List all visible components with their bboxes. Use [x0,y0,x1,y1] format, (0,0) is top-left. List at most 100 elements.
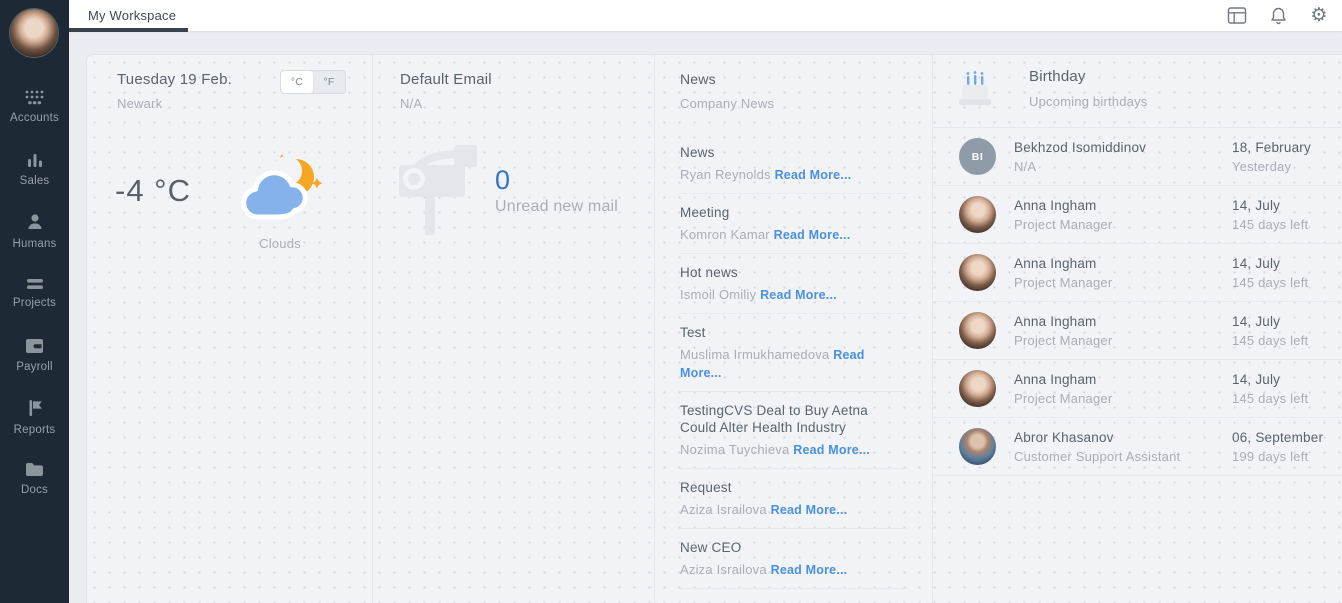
birthday-date: 06, September [1232,429,1324,445]
birthday-date: 14, July [1232,371,1281,387]
weather-widget: Tuesday 19 Feb. Newark °C °F -4 °C Cloud… [87,55,373,603]
news-item-title: Test [680,325,706,340]
birthday-row: Anna Ingham Project Manager 14, July 145… [933,186,1342,244]
read-more-link[interactable]: Read More... [793,443,870,457]
avatar-photo [959,370,996,407]
birthday-title: Birthday [1029,68,1086,85]
tab-label: My Workspace [88,8,177,23]
birthday-widget: Birthday Upcoming birthdays BI Bekhzod I… [933,55,1342,603]
news-item-title: Request [680,480,732,495]
news-item: News Ryan Reynolds Read More... [680,134,907,194]
news-list: News Ryan Reynolds Read More... Meeting … [680,134,907,589]
wallet-icon [25,338,44,354]
sidebar-item-payroll[interactable]: Payroll [0,324,69,386]
birthday-row: Abror Khasanov Customer Support Assistan… [933,418,1342,476]
person-role: Project Manager [1014,274,1113,290]
news-item: Hot news Ismoil Omiliy Read More... [680,254,907,314]
person-role: Project Manager [1014,390,1113,406]
mailbox-icon [397,143,483,243]
avatar-initials-text: BI [971,150,984,163]
news-item-title: News [680,145,715,160]
unread-count: 0 [495,165,511,195]
sidebar-item-accounts[interactable]: Accounts [0,76,69,138]
news-item-title: Hot news [680,265,738,280]
news-item-author: Ryan Reynolds [680,167,771,182]
birthday-date: 14, July [1232,197,1281,213]
fahrenheit-button[interactable]: °F [313,71,345,93]
sidebar-item-reports[interactable]: Reports [0,386,69,448]
email-widget-title: Default Email [400,71,492,88]
read-more-link[interactable]: Read More... [771,503,848,517]
sidebar-item-humans[interactable]: Humans [0,200,69,262]
news-header: News Company News [655,55,932,111]
person-role: Project Manager [1014,216,1113,232]
sidebar-item-label: Docs [20,484,48,496]
sales-icon [26,151,44,168]
sidebar-item-label: Payroll [16,360,53,373]
sidebar-item-sales[interactable]: Sales [0,138,69,200]
topbar: My Workspace ⚙ [69,0,1342,32]
news-item-author: Nozima Tuychieva [680,442,790,457]
folder-icon [25,462,44,477]
sidebar-item-docs[interactable]: Docs [0,448,69,510]
sidebar-item-projects[interactable]: Projects [0,262,69,324]
celsius-button[interactable]: °C [281,71,313,93]
news-item-author: Aziza Israilova [680,502,767,517]
weather-date: Tuesday 19 Feb. [117,71,233,88]
weather-city: Newark [117,96,163,111]
workspace-panel: Tuesday 19 Feb. Newark °C °F -4 °C Cloud… [87,55,1342,603]
user-avatar[interactable] [10,9,58,57]
birthday-remaining: 145 days left [1232,216,1309,232]
news-item-title: TestingCVS Deal to Buy Aetna Could Alter… [680,403,868,435]
topbar-actions: ⚙ [1227,0,1329,31]
birthday-row: BI Bekhzod Isomiddinov N/A 18, February … [933,128,1342,186]
person-name: Anna Ingham [1014,197,1097,213]
birthday-header: Birthday Upcoming birthdays [933,55,1342,128]
birthday-remaining: 145 days left [1232,390,1309,406]
news-item-title: New CEO [680,540,742,555]
tab-my-workspace[interactable]: My Workspace [69,0,195,31]
person-name: Anna Ingham [1014,255,1097,271]
read-more-link[interactable]: Read More... [774,228,851,242]
birthday-row: Anna Ingham Project Manager 14, July 145… [933,302,1342,360]
read-more-link[interactable]: Read More... [771,563,848,577]
person-name: Anna Ingham [1014,313,1097,329]
news-item-author: Muslima Irmukhamedova [680,347,830,362]
news-item: Meeting Komron Kamar Read More... [680,194,907,254]
sidebar-item-label: Projects [12,296,57,309]
person-name: Bekhzod Isomiddinov [1014,139,1147,155]
birthday-subtitle: Upcoming birthdays [1029,94,1148,109]
read-more-link[interactable]: Read More... [760,288,837,302]
sidebar-item-label: Sales [19,175,50,187]
sidebar-nav: Accounts Sales Humans Projects Payroll R… [0,76,69,510]
news-item: Test Muslima Irmukhamedova Read More... [680,314,907,392]
birthday-date: 18, February [1232,139,1311,155]
birthday-row: Anna Ingham Project Manager 14, July 145… [933,360,1342,418]
news-title: News [680,71,716,87]
birthday-remaining: 145 days left [1232,274,1309,290]
sidebar-item-label: Accounts [10,112,59,124]
read-more-link[interactable]: Read More... [775,168,852,182]
email-widget: Default Email N/A 0 Unread new mail [373,55,655,603]
news-item: TestingCVS Deal to Buy Aetna Could Alter… [680,392,907,469]
sidebar-item-label: Reports [13,423,56,436]
accounts-icon [25,90,44,105]
news-item-title: Meeting [680,205,730,220]
birthday-date: 14, July [1232,255,1281,271]
layout-icon[interactable] [1227,6,1247,26]
temperature-value: -4 °C [115,173,191,208]
list-bars-icon [26,278,44,290]
notifications-icon[interactable] [1268,6,1288,26]
avatar-photo [959,428,996,465]
news-subtitle: Company News [680,96,775,111]
news-item-author: Aziza Israilova [680,562,767,577]
settings-gear-icon[interactable]: ⚙ [1309,6,1329,26]
news-item: New CEO Aziza Israilova Read More... [680,529,907,589]
avatar-photo [959,196,996,233]
avatar-photo [959,254,996,291]
flag-icon [27,399,43,417]
birthday-row: Anna Ingham Project Manager 14, July 145… [933,244,1342,302]
weather-condition: Clouds [259,236,301,251]
email-widget-subtitle: N/A [400,96,423,111]
news-item: Request Aziza Israilova Read More... [680,469,907,529]
